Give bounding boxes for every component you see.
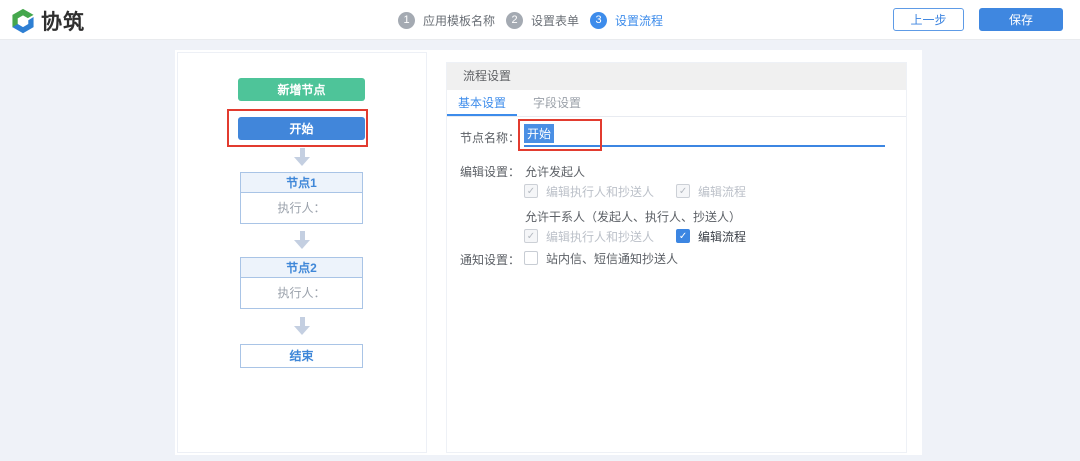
checkbox-stakeholder-edit-executor[interactable]: ✓ — [524, 229, 538, 243]
flow-node-1[interactable]: 节点1 执行人： — [240, 172, 363, 224]
stakeholder-permission-row: ✓ 编辑执行人和抄送人 ✓ 编辑流程 — [524, 228, 746, 244]
step-2-form-setup: 2 设置表单 — [506, 12, 579, 29]
add-node-button[interactable]: 新增节点 — [238, 78, 365, 101]
header-actions: 上一步 保存 — [893, 8, 1063, 31]
prev-step-button[interactable]: 上一步 — [893, 8, 964, 31]
step-1-label: 应用模板名称 — [423, 12, 495, 29]
app-logo-text: 协筑 — [41, 6, 85, 36]
end-node[interactable]: 结束 — [240, 344, 363, 368]
flow-node-2-executor: 执行人： — [241, 278, 362, 308]
flow-settings-panel: 流程设置 基本设置 字段设置 节点名称： 开始 编辑设置： 允许发起人 ✓ 编辑… — [446, 62, 907, 453]
arrow-down-icon — [294, 148, 310, 166]
flow-node-2-title: 节点2 — [241, 258, 362, 278]
app-logo[interactable]: 协筑 — [10, 6, 85, 36]
save-button[interactable]: 保存 — [979, 8, 1063, 31]
step-1-number: 1 — [398, 12, 415, 29]
check-icon: ✓ — [527, 231, 535, 242]
checkbox-notify[interactable] — [524, 251, 538, 265]
tab-field-settings[interactable]: 字段设置 — [527, 90, 587, 116]
edit-settings-label: 编辑设置： — [447, 163, 520, 180]
check-icon: ✓ — [527, 186, 535, 197]
checkbox-stakeholder-edit-flow-label: 编辑流程 — [698, 228, 746, 245]
checkbox-notify-label: 站内信、短信通知抄送人 — [546, 250, 678, 267]
flow-node-1-executor: 执行人： — [241, 193, 362, 223]
main-card: 新增节点 开始 节点1 执行人： 节点2 执行人： 结束 流程设置 基本设置 字… — [175, 50, 922, 455]
app-logo-icon — [10, 8, 36, 34]
checkbox-initiator-edit-flow-label: 编辑流程 — [698, 183, 746, 200]
settings-tabs: 基本设置 字段设置 — [447, 90, 906, 117]
flow-diagram-panel: 新增节点 开始 节点1 执行人： 节点2 执行人： 结束 — [177, 52, 427, 453]
step-3-label: 设置流程 — [615, 12, 663, 29]
node-name-value: 开始 — [524, 124, 554, 143]
settings-form: 节点名称： 开始 编辑设置： 允许发起人 ✓ 编辑执行人和抄送人 ✓ 编辑流程 … — [447, 117, 906, 452]
checkbox-initiator-edit-executor[interactable]: ✓ — [524, 184, 538, 198]
node-name-input[interactable]: 开始 — [524, 121, 885, 147]
arrow-down-icon — [294, 231, 310, 249]
checkbox-stakeholder-edit-executor-label: 编辑执行人和抄送人 — [546, 228, 654, 245]
start-node-button[interactable]: 开始 — [238, 117, 365, 140]
check-icon: ✓ — [679, 186, 687, 197]
allow-initiator-text: 允许发起人 — [525, 163, 585, 180]
checkbox-initiator-edit-flow[interactable]: ✓ — [676, 184, 690, 198]
arrow-down-icon — [294, 317, 310, 335]
notify-settings-label: 通知设置： — [447, 251, 520, 268]
panel-title: 流程设置 — [447, 63, 906, 90]
checkbox-initiator-edit-executor-label: 编辑执行人和抄送人 — [546, 183, 654, 200]
stepper: 1 应用模板名称 2 设置表单 3 设置流程 — [398, 0, 663, 40]
node-name-label: 节点名称： — [447, 129, 520, 146]
page: 协筑 1 应用模板名称 2 设置表单 3 设置流程 上一步 保存 新增节点 开始 — [0, 0, 1080, 461]
step-3-number: 3 — [590, 12, 607, 29]
step-2-label: 设置表单 — [531, 12, 579, 29]
flow-node-1-title: 节点1 — [241, 173, 362, 193]
check-icon: ✓ — [679, 231, 687, 242]
allow-stakeholders-text: 允许干系人（发起人、执行人、抄送人） — [525, 208, 741, 225]
flow-node-2[interactable]: 节点2 执行人： — [240, 257, 363, 309]
top-header: 协筑 1 应用模板名称 2 设置表单 3 设置流程 上一步 保存 — [0, 0, 1080, 40]
step-1-app-template-name: 1 应用模板名称 — [398, 12, 495, 29]
checkbox-stakeholder-edit-flow[interactable]: ✓ — [676, 229, 690, 243]
notify-option-row: 站内信、短信通知抄送人 — [524, 250, 678, 266]
initiator-permission-row: ✓ 编辑执行人和抄送人 ✓ 编辑流程 — [524, 183, 746, 199]
step-3-flow-setup: 3 设置流程 — [590, 12, 663, 29]
tab-basic-settings[interactable]: 基本设置 — [447, 90, 517, 116]
step-2-number: 2 — [506, 12, 523, 29]
